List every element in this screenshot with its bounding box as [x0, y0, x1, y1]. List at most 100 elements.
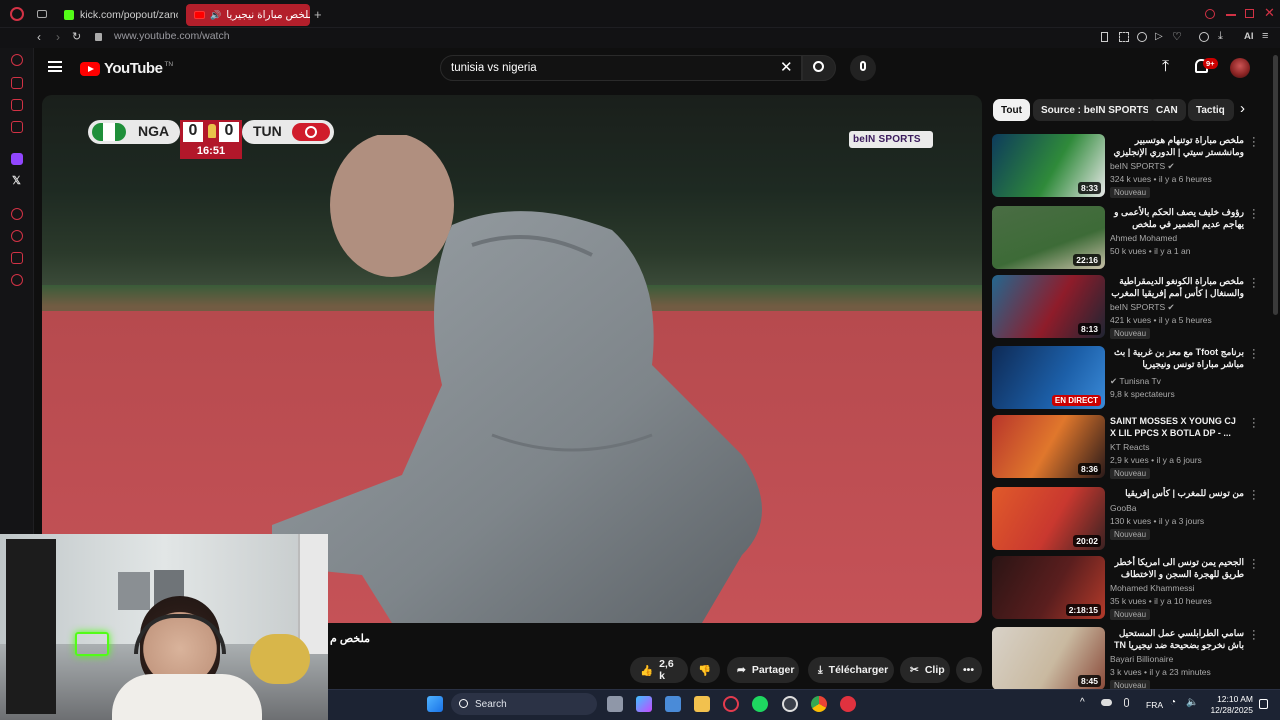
sidebar-twitch-icon[interactable]: [11, 153, 23, 165]
notification-center-icon[interactable]: [1259, 699, 1268, 709]
more-options-icon[interactable]: · · ·: [1252, 626, 1256, 645]
heart-icon[interactable]: ♡: [1172, 30, 1182, 43]
dislike-button[interactable]: 👎: [690, 657, 720, 683]
channel-name[interactable]: ✔ Tunisna Tv: [1110, 376, 1161, 387]
voice-search-button[interactable]: [850, 55, 876, 81]
more-options-icon[interactable]: · · ·: [1252, 274, 1256, 293]
windows-start-icon[interactable]: [427, 696, 443, 712]
file-explorer-icon[interactable]: [694, 696, 710, 712]
recommendation-thumbnail[interactable]: 2:18:15: [992, 556, 1105, 619]
language-indicator[interactable]: FRA: [1146, 700, 1163, 710]
opera-logo-icon[interactable]: [10, 7, 24, 21]
adblock-icon[interactable]: ▷: [1155, 31, 1163, 42]
more-options-icon[interactable]: · · ·: [1252, 555, 1256, 574]
back-arrow-icon[interactable]: ‹: [37, 30, 41, 44]
channel-name[interactable]: beIN SPORTS ✔: [1110, 161, 1175, 172]
menu-icon[interactable]: ≡: [1262, 30, 1268, 42]
recommendation-item[interactable]: 8:13 ملخص مباراة الكونغو الديمقراطية وال…: [992, 274, 1268, 339]
channel-name[interactable]: Ahmed Mohamed: [1110, 233, 1177, 243]
speaker-icon[interactable]: 🔊: [210, 10, 221, 21]
sidebar-x-icon[interactable]: 𝕏: [12, 174, 21, 187]
recommendation-title[interactable]: SAINT MOSSES X YOUNG CJ X LIL PPCS X BOT…: [1110, 415, 1244, 439]
recommendation-thumbnail[interactable]: 22:16: [992, 206, 1105, 269]
more-options-icon[interactable]: · · ·: [1252, 414, 1256, 433]
search-input[interactable]: tunisia vs nigeria: [440, 55, 802, 81]
more-options-icon[interactable]: · · ·: [1252, 486, 1256, 505]
sidebar-aria-icon[interactable]: [11, 54, 23, 66]
task-view-icon[interactable]: [607, 696, 623, 712]
taskbar-time[interactable]: 12:10 AM: [1215, 694, 1253, 704]
restore-icon[interactable]: [1245, 9, 1254, 18]
recommendation-thumbnail[interactable]: 8:33: [992, 134, 1105, 197]
spotify-icon[interactable]: [752, 696, 768, 712]
chip-all[interactable]: Tout: [993, 99, 1030, 121]
snapshot-icon[interactable]: [1119, 32, 1129, 42]
recommendation-title[interactable]: رؤوف خليف يصف الحكم بالأعمى و يهاجم عديم…: [1110, 206, 1244, 230]
download-icon[interactable]: ⤓: [1218, 30, 1223, 43]
reload-icon[interactable]: ↻: [72, 30, 81, 43]
sidebar-settings-icon[interactable]: [11, 274, 23, 286]
channel-name[interactable]: Mohamed Khammessi: [1110, 583, 1195, 593]
download-button[interactable]: ⤓ Télécharger: [808, 657, 894, 683]
search-tabs-icon[interactable]: [1205, 9, 1215, 19]
sidebar-player-icon[interactable]: [11, 208, 23, 220]
wifi-icon[interactable]: ◔: [1170, 697, 1176, 708]
sidebar-instagram-icon[interactable]: [11, 121, 23, 133]
search-button[interactable]: [802, 55, 836, 81]
recommendation-title[interactable]: ملخص مباراة الكونغو الديمقراطية والسنغال…: [1110, 275, 1244, 299]
like-button[interactable]: 👍 2,6 k: [630, 657, 688, 683]
clear-search-icon[interactable]: ✕: [780, 58, 793, 76]
more-options-icon[interactable]: · · ·: [1252, 205, 1256, 224]
minimize-icon[interactable]: [1226, 14, 1236, 16]
ai-button[interactable]: AI: [1244, 31, 1254, 42]
tab-grid-icon[interactable]: [37, 10, 47, 18]
more-options-icon[interactable]: · · ·: [1252, 133, 1256, 152]
tab-kick[interactable]: kick.com/popout/zanouni: [56, 4, 178, 26]
copilot-icon[interactable]: [636, 696, 652, 712]
bookmark-icon[interactable]: [1101, 32, 1108, 42]
taskbar-date[interactable]: 12/28/2025: [1208, 705, 1253, 715]
chips-next-chevron-icon[interactable]: ›: [1240, 100, 1245, 117]
obs-icon[interactable]: [782, 696, 798, 712]
recommendation-item[interactable]: EN DIRECT برنامج Tfoot مع معز بن غربية |…: [992, 345, 1268, 410]
hamburger-menu-icon[interactable]: [48, 61, 62, 72]
account-avatar[interactable]: [1230, 58, 1250, 78]
channel-name[interactable]: beIN SPORTS ✔: [1110, 302, 1175, 313]
clip-button[interactable]: ✂ Clip: [900, 657, 950, 683]
youtube-logo[interactable]: YouTube TN: [80, 60, 173, 77]
sidebar-bag-icon[interactable]: [11, 77, 23, 89]
vpn-icon[interactable]: [1137, 32, 1147, 42]
chip-source[interactable]: Source : beIN SPORTS: [1033, 99, 1158, 121]
onedrive-icon[interactable]: [1101, 699, 1112, 706]
recommendation-item[interactable]: 2:18:15 الجحيم يمن تونس الى امريكا أخطر …: [992, 555, 1268, 620]
recommendation-thumbnail[interactable]: 8:45: [992, 627, 1105, 690]
chip-tactiq[interactable]: Tactiq: [1188, 99, 1234, 121]
mic-tray-icon[interactable]: [1124, 698, 1129, 707]
channel-name[interactable]: KT Reacts: [1110, 442, 1150, 452]
recommendation-item[interactable]: 22:16 رؤوف خليف يصف الحكم بالأعمى و يهاج…: [992, 205, 1268, 270]
taskbar-search[interactable]: Search: [451, 693, 597, 715]
app-red-icon[interactable]: [840, 696, 856, 712]
new-tab-plus-icon[interactable]: +: [314, 7, 322, 22]
tab-youtube-active[interactable]: 🔊 (48) ملخص مباراة نيجيريا: [186, 4, 310, 26]
recommendation-thumbnail[interactable]: EN DIRECT: [992, 346, 1105, 409]
recommendation-thumbnail[interactable]: 8:13: [992, 275, 1105, 338]
chip-can[interactable]: CAN: [1148, 99, 1186, 121]
opera-taskbar-icon[interactable]: [723, 696, 739, 712]
tray-chevron-icon[interactable]: ^: [1080, 697, 1085, 708]
sidebar-history-icon[interactable]: [11, 230, 23, 242]
sidebar-messenger-icon[interactable]: [11, 99, 23, 111]
chrome-icon[interactable]: [811, 696, 827, 712]
recommendation-title[interactable]: ملخص مباراة توتنهام هوتسبير ومانشستر سيت…: [1110, 134, 1244, 158]
recommendation-title[interactable]: سامي الطرابلسي عمل المستحيل باش نخرجو بض…: [1110, 627, 1244, 651]
recommendation-item[interactable]: 8:45 سامي الطرابلسي عمل المستحيل باش نخر…: [992, 626, 1268, 691]
more-actions-button[interactable]: •••: [956, 657, 982, 683]
channel-name[interactable]: GooBa: [1110, 503, 1136, 513]
sidebar-extensions-icon[interactable]: [11, 252, 23, 264]
recommendation-item[interactable]: 8:36 SAINT MOSSES X YOUNG CJ X LIL PPCS …: [992, 414, 1268, 479]
upload-icon[interactable]: ⤒: [1162, 58, 1169, 76]
page-scrollbar[interactable]: [1273, 55, 1278, 315]
volume-icon[interactable]: 🔈: [1186, 697, 1198, 708]
recommendation-thumbnail[interactable]: 8:36: [992, 415, 1105, 478]
recommendation-item[interactable]: 8:33 ملخص مباراة توتنهام هوتسبير ومانشست…: [992, 133, 1268, 198]
